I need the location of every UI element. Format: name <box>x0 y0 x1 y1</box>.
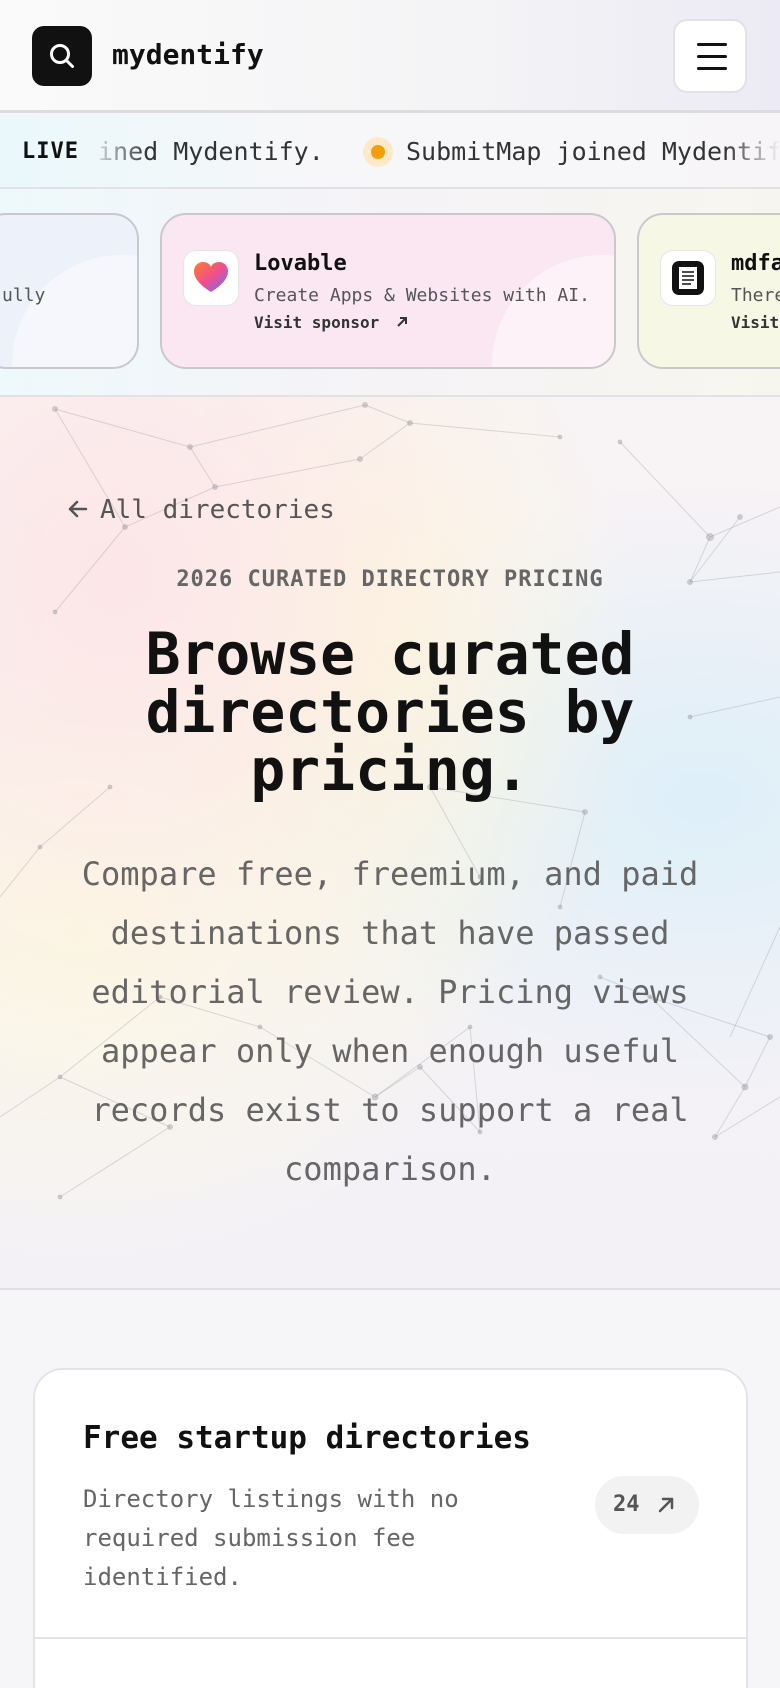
lovable-heart-icon <box>184 251 238 305</box>
sponsor-desc: Create Apps & Websites with AI. <box>254 285 590 306</box>
visit-sponsor-link[interactable]: Visit <box>731 313 779 332</box>
ticker-fade <box>725 115 780 187</box>
hamburger-menu-icon <box>697 43 727 46</box>
arrow-left-icon <box>68 500 88 518</box>
eyebrow-label: 2026 CURATED DIRECTORY PRICING <box>176 567 604 592</box>
pricing-list-card: Free startup directories Directory listi… <box>33 1368 748 1688</box>
arrow-up-right-icon <box>658 1497 674 1513</box>
hamburger-line <box>697 55 727 58</box>
card-decoration <box>12 255 137 367</box>
arrow-up-right-icon <box>397 317 407 327</box>
page-title: Browse curated directories by pricing. <box>145 620 635 804</box>
dot <box>371 145 385 159</box>
sponsor-desc: ully <box>2 285 46 306</box>
all-directories-label: All directories <box>100 495 335 525</box>
hamburger-line <box>697 67 727 70</box>
top-header: mydentify <box>0 0 780 113</box>
brand-name[interactable]: mydentify <box>112 38 264 71</box>
sponsor-title: mdfa <box>731 251 780 276</box>
search-icon <box>50 44 74 68</box>
count-label: 24 <box>613 1492 640 1517</box>
ticker-item: SubmitMap joined Mydentify. <box>406 137 780 166</box>
ticker-status-dot <box>363 137 393 167</box>
document-icon <box>661 251 715 305</box>
sponsor-strip: ully Lovable Create Apps & Websites with… <box>0 189 780 397</box>
free-directories-title[interactable]: Free startup directories <box>83 1420 531 1456</box>
free-directories-desc: Directory listings with no required subm… <box>83 1485 459 1591</box>
all-directories-link[interactable]: All directories <box>66 495 335 525</box>
menu-button[interactable] <box>673 19 747 93</box>
divider <box>35 1637 746 1639</box>
free-directories-count-button[interactable]: 24 <box>595 1476 699 1534</box>
sponsor-title: Lovable <box>254 251 347 276</box>
sponsor-desc: There <box>731 285 780 306</box>
sponsor-card-mdfa[interactable]: mdfa There Visit <box>637 213 780 369</box>
card-decoration <box>492 255 614 367</box>
hero-section: All directories 2026 CURATED DIRECTORY P… <box>0 397 780 1290</box>
logo[interactable] <box>32 26 92 86</box>
live-label: LIVE <box>22 139 79 164</box>
visit-sponsor-label: Visit sponsor <box>254 313 380 332</box>
sponsor-card[interactable]: ully <box>0 213 139 369</box>
sponsor-card-lovable[interactable]: Lovable Create Apps & Websites with AI. … <box>160 213 616 369</box>
visit-sponsor-link[interactable]: Visit sponsor <box>254 313 409 332</box>
ticker-fade <box>88 115 148 187</box>
page-subtitle: Compare free, freemium, and paid destina… <box>81 855 699 1188</box>
